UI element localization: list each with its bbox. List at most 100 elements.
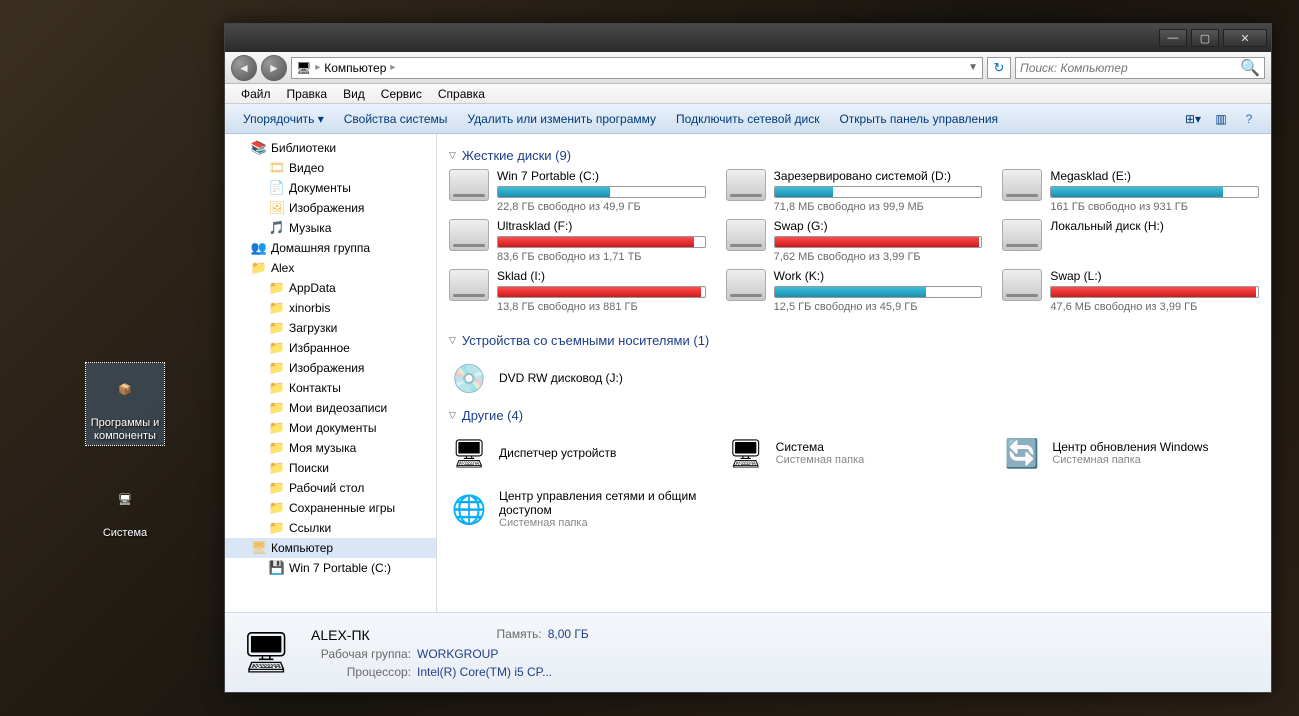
hdd-icon bbox=[449, 269, 489, 301]
drive-free: 12,5 ГБ свободно из 45,9 ГБ bbox=[774, 301, 983, 313]
tree-item[interactable]: 📁Контакты bbox=[225, 378, 436, 398]
addressbar[interactable]: 🖥 ▸ Компьютер ▸ ▼ bbox=[291, 57, 983, 79]
folder-icon: 📁 bbox=[251, 260, 267, 276]
minimize-button[interactable]: — bbox=[1159, 29, 1187, 47]
tree-item[interactable]: 📁Мои видеозаписи bbox=[225, 398, 436, 418]
breadcrumb-item[interactable]: Компьютер bbox=[324, 61, 386, 75]
tree-item[interactable]: 📁 Изображения bbox=[225, 358, 436, 378]
folder-icon: 📄 bbox=[269, 180, 285, 196]
tree-item[interactable]: 📁xinorbis bbox=[225, 298, 436, 318]
addressbar-dropdown-icon[interactable]: ▼ bbox=[968, 62, 978, 73]
searchbox[interactable]: 🔍 bbox=[1015, 57, 1265, 79]
folder-icon: 📁 bbox=[269, 300, 285, 316]
drive-item[interactable]: Win 7 Portable (C:)22,8 ГБ свободно из 4… bbox=[449, 169, 706, 213]
tree-item[interactable]: 📚Библиотеки bbox=[225, 138, 436, 158]
tree-item[interactable]: 📁Мои документы bbox=[225, 418, 436, 438]
content-area: 📚Библиотеки🎞Видео📄Документы🖼Изображения🎵… bbox=[225, 134, 1271, 612]
view-mode-icon[interactable]: ⊞▾ bbox=[1182, 108, 1204, 130]
maximize-button[interactable]: ▢ bbox=[1191, 29, 1219, 47]
capacity-bar bbox=[497, 286, 706, 298]
preview-pane-icon[interactable]: ▥ bbox=[1210, 108, 1232, 130]
tree-item[interactable]: 🎵Музыка bbox=[225, 218, 436, 238]
titlebar[interactable]: — ▢ ✕ bbox=[225, 24, 1271, 52]
menu-tools[interactable]: Сервис bbox=[373, 85, 430, 103]
hdd-icon bbox=[1002, 219, 1042, 251]
search-input[interactable] bbox=[1020, 61, 1240, 75]
tree-item[interactable]: 📁Избранное bbox=[225, 338, 436, 358]
main-pane[interactable]: Жесткие диски (9) Win 7 Portable (C:)22,… bbox=[437, 134, 1271, 612]
tb-organize[interactable]: Упорядочить ▾ bbox=[233, 108, 334, 130]
drive-item[interactable]: Work (K:)12,5 ГБ свободно из 45,9 ГБ bbox=[726, 269, 983, 313]
drive-item[interactable]: Swap (G:)7,62 МБ свободно из 3,99 ГБ bbox=[726, 219, 983, 263]
other-sub: Системная папка bbox=[1052, 454, 1208, 466]
drive-item[interactable]: Зарезервировано системой (D:)71,8 МБ сво… bbox=[726, 169, 983, 213]
group-removable[interactable]: Устройства со съемными носителями (1) bbox=[449, 327, 1259, 354]
tree-label: Alex bbox=[271, 261, 294, 275]
drive-name: Sklad (I:) bbox=[497, 269, 706, 283]
system-folder-icon: 🔄 bbox=[1002, 433, 1042, 473]
system-icon: 🖥 bbox=[101, 475, 149, 523]
desktop-icon-label: Программы и компоненты bbox=[88, 417, 162, 443]
nav-forward-button[interactable]: ► bbox=[261, 55, 287, 81]
menu-help[interactable]: Справка bbox=[430, 85, 493, 103]
capacity-bar bbox=[774, 286, 983, 298]
menu-view[interactable]: Вид bbox=[335, 85, 373, 103]
tree-item[interactable]: 📁Моя музыка bbox=[225, 438, 436, 458]
menu-edit[interactable]: Правка bbox=[279, 85, 336, 103]
desktop-icon-system[interactable]: 🖥 Система bbox=[86, 475, 164, 540]
folder-icon: 📁 bbox=[269, 360, 285, 376]
dvd-icon: 💿 bbox=[449, 358, 489, 398]
drive-item[interactable]: Локальный диск (H:) bbox=[1002, 219, 1259, 263]
tree-item[interactable]: 🎞Видео bbox=[225, 158, 436, 178]
tree-item[interactable]: 📁AppData bbox=[225, 278, 436, 298]
tree-item[interactable]: 📁Поиски bbox=[225, 458, 436, 478]
toolbar: Упорядочить ▾ Свойства системы Удалить и… bbox=[225, 104, 1271, 134]
sidebar[interactable]: 📚Библиотеки🎞Видео📄Документы🖼Изображения🎵… bbox=[225, 134, 437, 612]
tb-system-props[interactable]: Свойства системы bbox=[334, 108, 458, 130]
drive-free: 13,8 ГБ свободно из 881 ГБ bbox=[497, 301, 706, 313]
tree-item[interactable]: 🖥Компьютер bbox=[225, 538, 436, 558]
help-icon[interactable]: ? bbox=[1238, 108, 1260, 130]
drive-item[interactable]: Megasklad (E:)161 ГБ свободно из 931 ГБ bbox=[1002, 169, 1259, 213]
nav-back-button[interactable]: ◄ bbox=[231, 55, 257, 81]
folder-icon: 👥 bbox=[251, 240, 267, 256]
tree-item[interactable]: 📁 Alex bbox=[225, 258, 436, 278]
drive-name: Локальный диск (H:) bbox=[1050, 219, 1259, 233]
refresh-button[interactable]: ↻ bbox=[987, 57, 1011, 79]
close-button[interactable]: ✕ bbox=[1223, 29, 1267, 47]
programs-icon: 📦 bbox=[101, 365, 149, 413]
tree-label: Изображения bbox=[289, 361, 364, 375]
tree-item[interactable]: 👥Домашняя группа bbox=[225, 238, 436, 258]
tree-label: Рабочий стол bbox=[289, 481, 364, 495]
group-hdd[interactable]: Жесткие диски (9) bbox=[449, 142, 1259, 169]
capacity-bar bbox=[1050, 286, 1259, 298]
folder-icon: 📁 bbox=[269, 400, 285, 416]
group-other[interactable]: Другие (4) bbox=[449, 402, 1259, 429]
tree-item[interactable]: 📄Документы bbox=[225, 178, 436, 198]
drive-item[interactable]: Ultrasklad (F:)83,6 ГБ свободно из 1,71 … bbox=[449, 219, 706, 263]
capacity-bar bbox=[774, 186, 983, 198]
desktop-icon-programs[interactable]: 📦 Программы и компоненты bbox=[86, 363, 164, 445]
wg-label: Рабочая группа: bbox=[311, 647, 411, 661]
tree-label: Сохраненные игры bbox=[289, 501, 395, 515]
drive-item[interactable]: Sklad (I:) 13,8 ГБ свободно из 881 ГБ bbox=[449, 269, 706, 313]
other-item[interactable]: 🔄Центр обновления WindowsСистемная папка bbox=[1002, 429, 1259, 477]
tb-map-drive[interactable]: Подключить сетевой диск bbox=[666, 108, 829, 130]
tb-uninstall[interactable]: Удалить или изменить программу bbox=[457, 108, 666, 130]
tree-item[interactable]: 📁Рабочий стол bbox=[225, 478, 436, 498]
tree-item[interactable]: 🖼Изображения bbox=[225, 198, 436, 218]
system-folder-icon: 🖥 bbox=[726, 433, 766, 473]
tree-item[interactable]: 💾Win 7 Portable (C:) bbox=[225, 558, 436, 578]
other-item[interactable]: 🖥СистемаСистемная папка bbox=[726, 429, 983, 477]
dvd-drive[interactable]: 💿 DVD RW дисковод (J:) bbox=[449, 354, 1259, 402]
other-item[interactable]: 🖥Диспетчер устройств bbox=[449, 429, 706, 477]
tb-control-panel[interactable]: Открыть панель управления bbox=[829, 108, 1008, 130]
drive-name: Megasklad (E:) bbox=[1050, 169, 1259, 183]
drive-item[interactable]: Swap (L:)47,6 МБ свободно из 3,99 ГБ bbox=[1002, 269, 1259, 313]
tree-item[interactable]: 📁Ссылки bbox=[225, 518, 436, 538]
menu-file[interactable]: Файл bbox=[233, 85, 279, 103]
search-icon[interactable]: 🔍 bbox=[1240, 58, 1260, 78]
tree-item[interactable]: 📁Загрузки bbox=[225, 318, 436, 338]
other-item[interactable]: 🌐Центр управления сетями и общим доступо… bbox=[449, 485, 706, 533]
tree-item[interactable]: 📁Сохраненные игры bbox=[225, 498, 436, 518]
